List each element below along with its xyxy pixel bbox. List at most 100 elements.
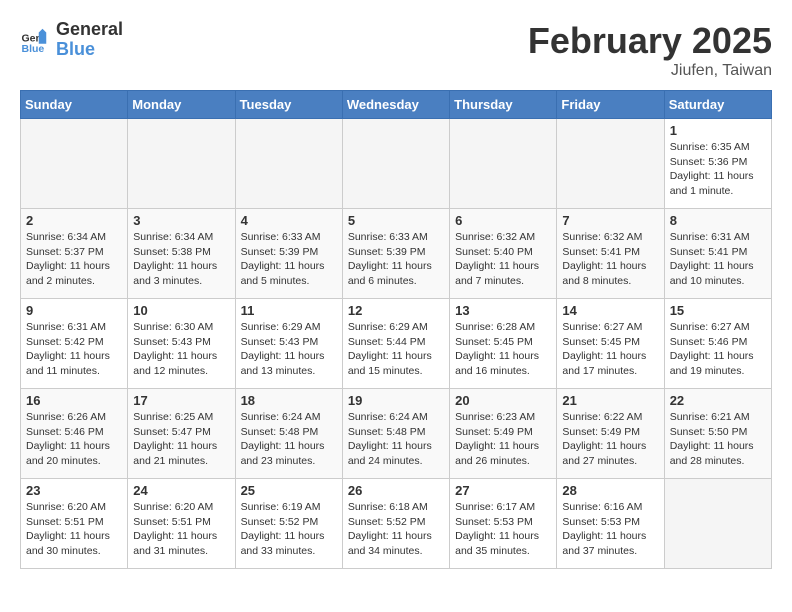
calendar-week-row: 1 Sunrise: 6:35 AM Sunset: 5:36 PM Daylig… [21, 119, 772, 209]
calendar-day-cell: 16 Sunrise: 6:26 AM Sunset: 5:46 PM Dayli… [21, 389, 128, 479]
day-of-week-header: Sunday [21, 91, 128, 119]
day-info: Sunrise: 6:20 AM Sunset: 5:51 PM Dayligh… [26, 500, 122, 559]
day-number: 12 [348, 303, 444, 318]
day-number: 26 [348, 483, 444, 498]
day-number: 18 [241, 393, 337, 408]
calendar-day-cell [21, 119, 128, 209]
logo-general-text: General [56, 20, 123, 40]
day-number: 2 [26, 213, 122, 228]
day-info: Sunrise: 6:19 AM Sunset: 5:52 PM Dayligh… [241, 500, 337, 559]
day-of-week-header: Thursday [450, 91, 557, 119]
day-info: Sunrise: 6:29 AM Sunset: 5:44 PM Dayligh… [348, 320, 444, 379]
day-number: 11 [241, 303, 337, 318]
location-subtitle: Jiufen, Taiwan [528, 62, 772, 80]
calendar-day-cell: 18Sunrise: 6:24 AM Sunset: 5:48 PM Dayli… [235, 389, 342, 479]
calendar-header-row: SundayMondayTuesdayWednesdayThursdayFrid… [21, 91, 772, 119]
day-number: 21 [562, 393, 658, 408]
logo: Gen Blue General Blue [20, 20, 123, 60]
calendar-day-cell: 2 Sunrise: 6:34 AM Sunset: 5:37 PM Daylig… [21, 209, 128, 299]
calendar-day-cell: 26Sunrise: 6:18 AM Sunset: 5:52 PM Dayli… [342, 479, 449, 569]
calendar-day-cell: 1 Sunrise: 6:35 AM Sunset: 5:36 PM Daylig… [664, 119, 771, 209]
calendar-day-cell: 3 Sunrise: 6:34 AM Sunset: 5:38 PM Daylig… [128, 209, 235, 299]
day-number: 3 [133, 213, 229, 228]
calendar-day-cell: 13 Sunrise: 6:28 AM Sunset: 5:45 PM Dayli… [450, 299, 557, 389]
day-number: 22 [670, 393, 766, 408]
day-number: 10 [133, 303, 229, 318]
day-number: 27 [455, 483, 551, 498]
calendar-day-cell [342, 119, 449, 209]
day-info: Sunrise: 6:32 AM Sunset: 5:41 PM Dayligh… [562, 230, 658, 289]
calendar-day-cell: 23 Sunrise: 6:20 AM Sunset: 5:51 PM Dayli… [21, 479, 128, 569]
calendar-day-cell: 12 Sunrise: 6:29 AM Sunset: 5:44 PM Dayli… [342, 299, 449, 389]
day-number: 9 [26, 303, 122, 318]
day-info: Sunrise: 6:28 AM Sunset: 5:45 PM Dayligh… [455, 320, 551, 379]
calendar-day-cell: 9 Sunrise: 6:31 AM Sunset: 5:42 PM Daylig… [21, 299, 128, 389]
day-number: 15 [670, 303, 766, 318]
day-of-week-header: Friday [557, 91, 664, 119]
calendar-day-cell: 25 Sunrise: 6:19 AM Sunset: 5:52 PM Dayli… [235, 479, 342, 569]
day-number: 13 [455, 303, 551, 318]
day-info: Sunrise: 6:22 AM Sunset: 5:49 PM Dayligh… [562, 410, 658, 469]
day-info: Sunrise: 6:34 AM Sunset: 5:38 PM Dayligh… [133, 230, 229, 289]
calendar-day-cell: 4 Sunrise: 6:33 AM Sunset: 5:39 PM Daylig… [235, 209, 342, 299]
calendar-day-cell: 5 Sunrise: 6:33 AM Sunset: 5:39 PM Daylig… [342, 209, 449, 299]
day-number: 20 [455, 393, 551, 408]
day-number: 1 [670, 123, 766, 138]
calendar-day-cell: 7 Sunrise: 6:32 AM Sunset: 5:41 PM Daylig… [557, 209, 664, 299]
calendar-day-cell: 15 Sunrise: 6:27 AM Sunset: 5:46 PM Dayli… [664, 299, 771, 389]
day-number: 7 [562, 213, 658, 228]
calendar-week-row: 9 Sunrise: 6:31 AM Sunset: 5:42 PM Daylig… [21, 299, 772, 389]
logo-blue-text: Blue [56, 40, 123, 60]
day-number: 17 [133, 393, 229, 408]
calendar-day-cell [128, 119, 235, 209]
calendar-day-cell [235, 119, 342, 209]
day-info: Sunrise: 6:35 AM Sunset: 5:36 PM Dayligh… [670, 140, 766, 199]
day-number: 8 [670, 213, 766, 228]
calendar-day-cell: 22 Sunrise: 6:21 AM Sunset: 5:50 PM Dayli… [664, 389, 771, 479]
calendar-day-cell: 19 Sunrise: 6:24 AM Sunset: 5:48 PM Dayli… [342, 389, 449, 479]
day-number: 4 [241, 213, 337, 228]
day-number: 23 [26, 483, 122, 498]
calendar-day-cell: 6Sunrise: 6:32 AM Sunset: 5:40 PM Daylig… [450, 209, 557, 299]
day-info: Sunrise: 6:29 AM Sunset: 5:43 PM Dayligh… [241, 320, 337, 379]
day-info: Sunrise: 6:16 AM Sunset: 5:53 PM Dayligh… [562, 500, 658, 559]
day-info: Sunrise: 6:26 AM Sunset: 5:46 PM Dayligh… [26, 410, 122, 469]
day-info: Sunrise: 6:25 AM Sunset: 5:47 PM Dayligh… [133, 410, 229, 469]
calendar-day-cell [664, 479, 771, 569]
day-info: Sunrise: 6:21 AM Sunset: 5:50 PM Dayligh… [670, 410, 766, 469]
day-info: Sunrise: 6:24 AM Sunset: 5:48 PM Dayligh… [348, 410, 444, 469]
day-info: Sunrise: 6:31 AM Sunset: 5:41 PM Dayligh… [670, 230, 766, 289]
calendar: SundayMondayTuesdayWednesdayThursdayFrid… [20, 90, 772, 569]
day-number: 19 [348, 393, 444, 408]
calendar-day-cell: 21 Sunrise: 6:22 AM Sunset: 5:49 PM Dayli… [557, 389, 664, 479]
day-info: Sunrise: 6:34 AM Sunset: 5:37 PM Dayligh… [26, 230, 122, 289]
calendar-day-cell: 11 Sunrise: 6:29 AM Sunset: 5:43 PM Dayli… [235, 299, 342, 389]
logo-text: General Blue [56, 20, 123, 60]
calendar-day-cell: 14Sunrise: 6:27 AM Sunset: 5:45 PM Dayli… [557, 299, 664, 389]
day-info: Sunrise: 6:27 AM Sunset: 5:46 PM Dayligh… [670, 320, 766, 379]
header: Gen Blue General Blue February 2025 Jiuf… [20, 20, 772, 80]
calendar-day-cell: 27Sunrise: 6:17 AM Sunset: 5:53 PM Dayli… [450, 479, 557, 569]
month-title: February 2025 [528, 20, 772, 62]
day-number: 16 [26, 393, 122, 408]
calendar-day-cell [450, 119, 557, 209]
day-number: 25 [241, 483, 337, 498]
svg-text:Blue: Blue [22, 43, 45, 55]
calendar-week-row: 2 Sunrise: 6:34 AM Sunset: 5:37 PM Daylig… [21, 209, 772, 299]
day-number: 14 [562, 303, 658, 318]
day-info: Sunrise: 6:32 AM Sunset: 5:40 PM Dayligh… [455, 230, 551, 289]
day-info: Sunrise: 6:20 AM Sunset: 5:51 PM Dayligh… [133, 500, 229, 559]
calendar-week-row: 23 Sunrise: 6:20 AM Sunset: 5:51 PM Dayli… [21, 479, 772, 569]
day-of-week-header: Saturday [664, 91, 771, 119]
calendar-day-cell: 28 Sunrise: 6:16 AM Sunset: 5:53 PM Dayli… [557, 479, 664, 569]
calendar-week-row: 16 Sunrise: 6:26 AM Sunset: 5:46 PM Dayli… [21, 389, 772, 479]
calendar-day-cell: 17 Sunrise: 6:25 AM Sunset: 5:47 PM Dayli… [128, 389, 235, 479]
day-number: 5 [348, 213, 444, 228]
day-of-week-header: Tuesday [235, 91, 342, 119]
day-info: Sunrise: 6:30 AM Sunset: 5:43 PM Dayligh… [133, 320, 229, 379]
day-info: Sunrise: 6:31 AM Sunset: 5:42 PM Dayligh… [26, 320, 122, 379]
day-number: 28 [562, 483, 658, 498]
logo-icon: Gen Blue [20, 25, 50, 55]
day-info: Sunrise: 6:33 AM Sunset: 5:39 PM Dayligh… [348, 230, 444, 289]
day-info: Sunrise: 6:33 AM Sunset: 5:39 PM Dayligh… [241, 230, 337, 289]
